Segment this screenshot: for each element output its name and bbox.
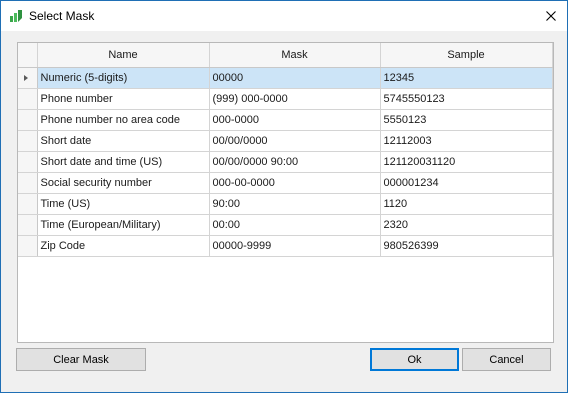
grid-header-row: Name Mask Sample <box>18 43 553 68</box>
row-indicator-header <box>18 43 38 68</box>
table-row[interactable]: Numeric (5-digits) 00000 12345 <box>18 67 553 89</box>
row-indicator <box>18 214 38 236</box>
row-indicator <box>18 193 38 215</box>
row-pointer-icon <box>24 75 28 81</box>
cell-mask[interactable]: 00000 <box>209 67 381 89</box>
cell-name[interactable]: Numeric (5-digits) <box>37 67 210 89</box>
cell-name[interactable]: Short date <box>37 130 210 152</box>
table-row[interactable]: Social security number 000-00-0000 00000… <box>18 172 553 194</box>
cell-name[interactable]: Short date and time (US) <box>37 151 210 173</box>
cell-mask[interactable]: 00000-9999 <box>209 235 381 257</box>
cell-mask[interactable]: 90:00 <box>209 193 381 215</box>
cell-mask[interactable]: 00:00 <box>209 214 381 236</box>
ok-button[interactable]: Ok <box>370 348 459 371</box>
row-indicator <box>18 67 38 89</box>
window-title: Select Mask <box>29 9 95 23</box>
cell-name[interactable]: Phone number <box>37 88 210 110</box>
mask-grid: Name Mask Sample Numeric (5-digits) 0000… <box>17 42 554 343</box>
table-row[interactable]: Short date and time (US) 00/00/0000 90:0… <box>18 151 553 173</box>
title-bar: Select Mask <box>1 1 567 31</box>
column-header-mask[interactable]: Mask <box>209 43 381 68</box>
cell-sample[interactable]: 1120 <box>380 193 553 215</box>
cell-sample[interactable]: 5745550123 <box>380 88 553 110</box>
cell-sample[interactable]: 2320 <box>380 214 553 236</box>
select-mask-dialog: Select Mask Name Mask Sample Numeric (5-… <box>0 0 568 393</box>
cell-sample[interactable]: 121120031120 <box>380 151 553 173</box>
cell-sample[interactable]: 5550123 <box>380 109 553 131</box>
cell-name[interactable]: Phone number no area code <box>37 109 210 131</box>
cell-mask[interactable]: 00/00/0000 <box>209 130 381 152</box>
table-row[interactable]: Time (European/Military) 00:00 2320 <box>18 214 553 236</box>
table-row[interactable]: Time (US) 90:00 1120 <box>18 193 553 215</box>
app-logo-icon <box>10 10 22 22</box>
close-button[interactable] <box>535 1 567 31</box>
row-indicator <box>18 151 38 173</box>
cell-sample[interactable]: 000001234 <box>380 172 553 194</box>
cancel-button[interactable]: Cancel <box>462 348 551 371</box>
cell-sample[interactable]: 12345 <box>380 67 553 89</box>
row-indicator <box>18 88 38 110</box>
table-row[interactable]: Phone number (999) 000-0000 5745550123 <box>18 88 553 110</box>
row-indicator <box>18 130 38 152</box>
cell-name[interactable]: Time (US) <box>37 193 210 215</box>
column-header-sample[interactable]: Sample <box>380 43 553 68</box>
table-row[interactable]: Phone number no area code 000-0000 55501… <box>18 109 553 131</box>
cell-name[interactable]: Social security number <box>37 172 210 194</box>
row-indicator <box>18 172 38 194</box>
row-indicator <box>18 109 38 131</box>
table-row[interactable]: Zip Code 00000-9999 980526399 <box>18 235 553 257</box>
cell-sample[interactable]: 12112003 <box>380 130 553 152</box>
table-row[interactable]: Short date 00/00/0000 12112003 <box>18 130 553 152</box>
row-indicator <box>18 235 38 257</box>
cell-mask[interactable]: 000-0000 <box>209 109 381 131</box>
cell-mask[interactable]: 00/00/0000 90:00 <box>209 151 381 173</box>
cell-sample[interactable]: 980526399 <box>380 235 553 257</box>
column-header-name[interactable]: Name <box>37 43 210 68</box>
cell-mask[interactable]: 000-00-0000 <box>209 172 381 194</box>
cell-name[interactable]: Time (European/Military) <box>37 214 210 236</box>
clear-mask-button[interactable]: Clear Mask <box>16 348 146 371</box>
cell-mask[interactable]: (999) 000-0000 <box>209 88 381 110</box>
cell-name[interactable]: Zip Code <box>37 235 210 257</box>
close-icon <box>546 11 556 21</box>
